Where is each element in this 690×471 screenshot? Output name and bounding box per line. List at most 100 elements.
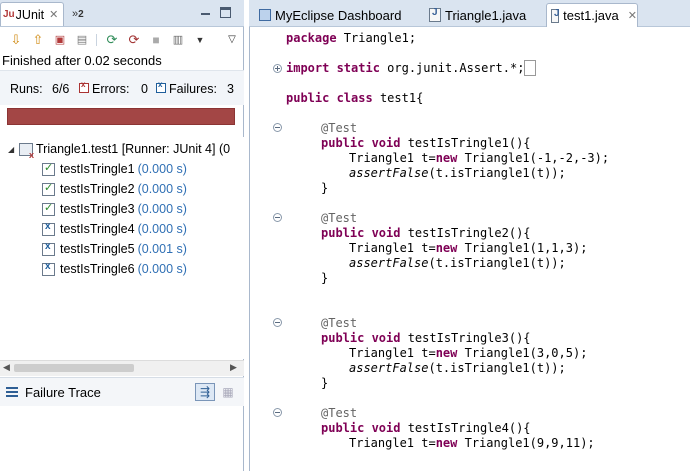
test-passed-icon — [42, 161, 55, 176]
collapse-fold-icon[interactable] — [273, 408, 282, 417]
test-history-icon[interactable]: ▥ — [170, 32, 186, 48]
tab-junit-label: JUnit — [15, 7, 45, 22]
history-dropdown-icon[interactable]: ▼ — [192, 32, 208, 48]
collapsed-imports-marker[interactable] — [524, 60, 536, 76]
scroll-right-icon[interactable]: ▶ — [230, 362, 237, 373]
collapse-fold-icon[interactable] — [273, 123, 282, 132]
test-case-row[interactable]: testIsTringle1(0.000 s) — [42, 159, 187, 179]
code-line: assertFalse(t.isTriangle1(t)); — [349, 361, 566, 375]
test-case-row[interactable]: testIsTringle5(0.001 s) — [42, 239, 187, 259]
close-icon[interactable]: ✕ — [49, 8, 58, 21]
tab-label: Triangle1.java — [445, 7, 527, 23]
code-line: } — [321, 271, 329, 285]
stack-trace-icon — [6, 387, 18, 397]
tab-triangle1-java[interactable]: Triangle1.java — [425, 3, 539, 27]
scroll-left-icon[interactable]: ◀ — [3, 362, 10, 373]
folding-gutter — [268, 28, 286, 468]
test-progress-bar — [7, 108, 235, 125]
status-message: Finished after 0.02 seconds — [2, 53, 162, 68]
test-failed-icon — [42, 261, 55, 276]
more-views-button[interactable]: » 2 — [72, 2, 92, 26]
code-line: @Test — [321, 121, 358, 135]
failure-icon — [156, 80, 166, 93]
tab-label: MyEclipse Dashboard — [275, 7, 402, 23]
test-failed-icon — [42, 241, 55, 256]
junit-tab-icon: Ju — [3, 9, 15, 20]
code-line: } — [321, 376, 329, 390]
failures-label: Failures: — [169, 82, 217, 96]
code-line: Triangle1 t=new Triangle1(9,9,11); — [349, 436, 595, 450]
maximize-button[interactable] — [220, 7, 231, 18]
test-case-time: (0.000 s) — [137, 202, 187, 216]
test-case-time: (0.000 s) — [137, 222, 187, 236]
code-line: public class test1{ — [286, 91, 424, 105]
runs-label: Runs: — [10, 82, 43, 96]
code-line: Triangle1 t=new Triangle1(3,0,5); — [349, 346, 588, 360]
code-line: Triangle1 t=new Triangle1(-1,-2,-3); — [349, 151, 610, 165]
test-tree: ◢ Triangle1.test1 [Runner: JUnit 4] (0 t… — [0, 137, 244, 359]
test-case-row[interactable]: testIsTringle4(0.000 s) — [42, 219, 187, 239]
test-case-row[interactable]: testIsTringle2(0.000 s) — [42, 179, 187, 199]
code-line: Triangle1 t=new Triangle1(1,1,3); — [349, 241, 588, 255]
code-editor[interactable]: package Triangle1; import static org.jun… — [286, 30, 686, 470]
rerun-test-icon[interactable]: ⟳ — [104, 32, 120, 48]
scrollbar-thumb[interactable] — [14, 364, 134, 372]
show-failures-only-icon[interactable]: ▣ — [52, 32, 68, 48]
horizontal-scrollbar[interactable]: ◀ ▶ — [0, 360, 244, 376]
errors-counter: Errors: — [79, 80, 130, 96]
test-case-name: testIsTringle1 — [60, 162, 135, 176]
code-line: public void testIsTringle4(){ — [321, 421, 531, 435]
failures-value: 3 — [227, 82, 234, 96]
test-case-name: testIsTringle3 — [60, 202, 135, 216]
view-menu-icon[interactable]: ▽ — [224, 32, 240, 48]
previous-failure-icon[interactable]: ⇧ — [30, 32, 46, 48]
test-case-time: (0.001 s) — [137, 242, 187, 256]
code-line: } — [321, 181, 329, 195]
test-passed-icon — [42, 181, 55, 196]
test-case-time: (0.000 s) — [137, 162, 187, 176]
stop-icon[interactable]: ■ — [148, 32, 164, 48]
filter-stack-trace-icon[interactable]: ⇶ — [195, 383, 215, 401]
code-line: public void testIsTringle2(){ — [321, 226, 531, 240]
java-file-icon — [551, 8, 560, 23]
compare-result-icon[interactable]: ▦ — [220, 384, 236, 400]
error-icon — [79, 80, 89, 93]
collapse-fold-icon[interactable] — [273, 318, 282, 327]
code-line: assertFalse(t.isTriangle1(t)); — [349, 256, 566, 270]
test-passed-icon — [42, 201, 55, 216]
next-failure-icon[interactable]: ⇩ — [8, 32, 24, 48]
code-line: import static org.junit.Assert.*; — [286, 60, 536, 76]
tab-myeclipse-dashboard[interactable]: MyEclipse Dashboard — [255, 3, 415, 27]
junit-toolbar: ⇩ ⇧ ▣ ▤ ⟳ ⟳ ■ ▥ ▼ ▽ — [0, 28, 244, 52]
more-views-count: 2 — [78, 8, 84, 20]
code-line: @Test — [321, 211, 358, 225]
runs-value: 6/6 — [52, 82, 70, 96]
tab-test1-java[interactable]: test1.java ✕ — [546, 3, 638, 27]
tab-junit[interactable]: Ju JUnit ✕ — [0, 2, 64, 26]
collapse-fold-icon[interactable] — [273, 213, 282, 222]
minimize-button[interactable] — [200, 7, 211, 18]
test-suite-icon — [19, 142, 34, 160]
expand-triangle-icon[interactable]: ◢ — [8, 145, 16, 154]
rerun-failed-first-icon[interactable]: ⟳ — [126, 32, 142, 48]
code-line: public void testIsTringle1(){ — [321, 136, 531, 150]
failure-trace-header: Failure Trace ⇶ ▦ — [0, 377, 244, 406]
test-case-name: testIsTringle6 — [60, 262, 135, 276]
failure-trace-label: Failure Trace — [25, 385, 101, 400]
test-case-row[interactable]: testIsTringle6(0.000 s) — [42, 259, 187, 279]
expand-fold-icon[interactable] — [273, 64, 282, 73]
code-line: public void testIsTringle3(){ — [321, 331, 531, 345]
close-icon[interactable]: ✕ — [628, 9, 637, 22]
tab-label: test1.java — [563, 8, 619, 23]
code-line: @Test — [321, 316, 358, 330]
test-case-name: testIsTringle4 — [60, 222, 135, 236]
scroll-lock-icon[interactable]: ▤ — [74, 32, 90, 48]
code-line: package Triangle1; — [286, 31, 417, 45]
junit-tab-bar: Ju JUnit ✕ » 2 — [0, 0, 244, 27]
toolbar-divider — [96, 34, 97, 46]
test-suite-label: Triangle1.test1 [Runner: JUnit 4] (0 — [36, 142, 231, 156]
test-case-row[interactable]: testIsTringle3(0.000 s) — [42, 199, 187, 219]
test-suite-row[interactable]: ◢ Triangle1.test1 [Runner: JUnit 4] (0 — [8, 139, 231, 160]
test-case-name: testIsTringle2 — [60, 182, 135, 196]
dashboard-icon — [259, 9, 271, 21]
